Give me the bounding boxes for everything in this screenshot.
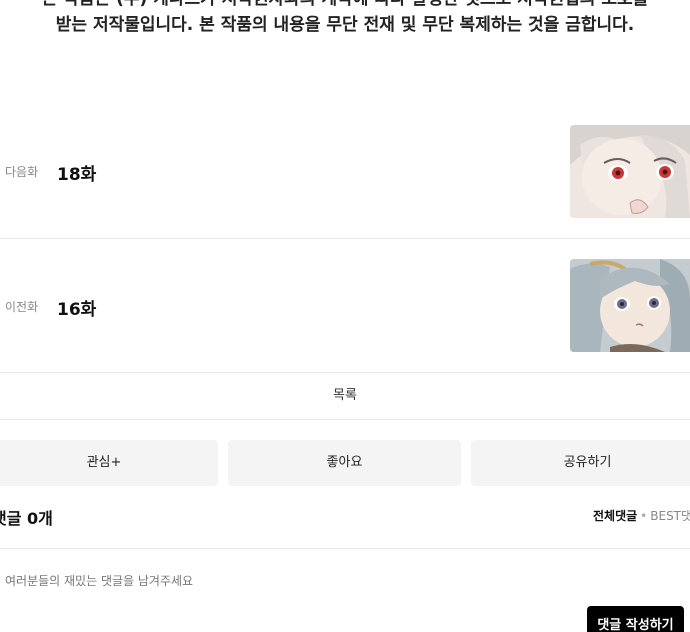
- write-comment-button[interactable]: 댓글 작성하기: [587, 606, 684, 632]
- episode-viewer-footer: 본 작품은 (주) 케나스가 저작권자와의 계약에 따라 발행한 것으로 저작권…: [0, 0, 690, 632]
- next-episode-label: 다음화: [5, 165, 39, 179]
- next-episode-thumbnail: [570, 125, 690, 218]
- comment-input[interactable]: 여러분들의 재밌는 댓글을 남겨주세요: [5, 572, 193, 589]
- tab-all-comments[interactable]: 전체댓글: [593, 509, 637, 523]
- like-button[interactable]: 좋아요: [228, 440, 461, 486]
- next-episode-row[interactable]: 다음화 18화: [0, 105, 690, 239]
- copyright-notice-line-2: 받는 저작물입니다. 본 작품의 내용을 무단 전재 및 무단 복제하는 것을 …: [55, 15, 635, 35]
- comment-count: 댓글 0개: [0, 509, 53, 528]
- copyright-notice-line-1: 본 작품은 (주) 케나스가 저작권자와의 계약에 따라 발행한 것으로 저작권…: [0, 0, 690, 12]
- share-button[interactable]: 공유하기: [471, 440, 690, 486]
- previous-episode-title: 16화: [57, 300, 97, 320]
- previous-episode-thumbnail: [570, 259, 690, 352]
- favorite-button[interactable]: 관심+: [0, 440, 218, 486]
- divider: [0, 548, 690, 549]
- previous-episode-row[interactable]: 이전화 16화: [0, 239, 690, 373]
- copyright-notice: 본 작품은 (주) 케나스가 저작권자와의 계약에 따라 발행한 것으로 저작권…: [0, 0, 690, 38]
- comment-sort-tabs: 전체댓글•BEST댓글: [593, 507, 690, 524]
- episode-list-link[interactable]: 목록: [0, 373, 690, 420]
- next-episode-title: 18화: [57, 165, 97, 185]
- tab-best-comments[interactable]: BEST댓글: [650, 509, 690, 523]
- tab-separator: •: [640, 509, 648, 523]
- previous-episode-label: 이전화: [5, 300, 39, 314]
